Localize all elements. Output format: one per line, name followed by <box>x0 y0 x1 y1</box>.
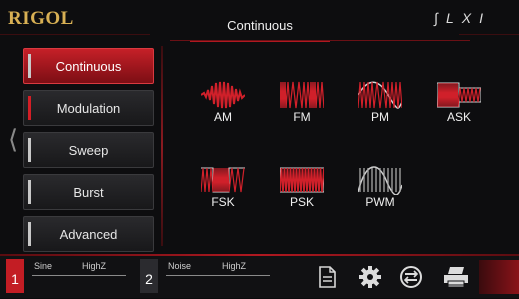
pm-wave-icon <box>358 81 402 109</box>
header-divider-right <box>459 34 519 35</box>
channel-1-wave: Sine <box>34 261 53 271</box>
ask-label: ASK <box>446 110 471 124</box>
channel-2-load: HighZ <box>222 261 247 271</box>
channel-2-underline <box>166 275 270 276</box>
file-icon[interactable] <box>314 264 340 290</box>
menu-item-sweep[interactable]: Sweep <box>23 132 154 168</box>
panel-divider <box>161 46 163 246</box>
menu-item-modulation[interactable]: Modulation <box>23 90 154 126</box>
am-wave-icon <box>201 81 245 109</box>
menu-item-label: Sweep <box>68 142 109 158</box>
mode-menu: Continuous Modulation Sweep Burst Advanc… <box>23 48 154 258</box>
channel-2-wave: Noise <box>168 261 192 271</box>
ask-wave-icon <box>437 82 481 108</box>
fm-wave-icon <box>280 81 324 109</box>
menu-item-marker <box>28 54 31 78</box>
channel-1-load: HighZ <box>82 261 107 271</box>
channel-1-underline <box>32 275 126 276</box>
am-label: AM <box>214 110 232 124</box>
menu-item-label: Advanced <box>59 226 118 242</box>
pm-label: PM <box>371 110 389 124</box>
pwm-option[interactable]: PWM <box>350 165 410 209</box>
fm-option[interactable]: FM <box>272 80 332 124</box>
status-icons: ∫LXI <box>434 10 491 26</box>
psk-label: PSK <box>289 195 314 209</box>
menu-item-marker <box>28 96 31 120</box>
header-divider <box>0 34 150 35</box>
fm-label: FM <box>293 110 311 124</box>
menu-item-label: Modulation <box>56 100 121 116</box>
menu-item-marker <box>28 180 31 204</box>
channel-2-number: 2 <box>140 259 158 293</box>
pwm-wave-icon <box>358 166 402 195</box>
menu-item-marker <box>28 222 31 246</box>
signal-icon: ∫ <box>434 10 446 26</box>
menu-item-advanced[interactable]: Advanced <box>23 216 154 252</box>
am-option[interactable]: AM <box>193 80 253 124</box>
footer-accent <box>479 260 519 294</box>
fsk-option[interactable]: FSK <box>193 165 253 209</box>
title-underline <box>170 40 470 41</box>
printer-icon[interactable] <box>442 264 468 290</box>
page-title: Continuous <box>190 14 330 42</box>
pwm-label: PWM <box>365 195 395 209</box>
network-icon[interactable] <box>398 264 424 290</box>
channel-2-status[interactable]: 2 Noise HighZ <box>140 259 270 293</box>
brand-logo: RIGOL <box>8 8 74 29</box>
channel-1-number: 1 <box>6 259 24 293</box>
ask-option[interactable]: ASK <box>429 80 489 124</box>
menu-item-marker <box>28 138 31 162</box>
fsk-wave-icon <box>201 167 245 193</box>
menu-item-label: Continuous <box>55 58 122 74</box>
fsk-label: FSK <box>211 195 235 209</box>
chevron-left-icon[interactable]: ⟨ <box>8 125 18 155</box>
channel-1-status[interactable]: 1 Sine HighZ <box>6 259 126 293</box>
pm-option[interactable]: PM <box>350 80 410 124</box>
lxi-icon: LXI <box>445 10 491 26</box>
screen: RIGOL Continuous ∫LXI ⟨ Continuous Modul… <box>0 0 519 298</box>
menu-item-burst[interactable]: Burst <box>23 174 154 210</box>
gear-icon[interactable] <box>357 264 383 290</box>
menu-item-label: Burst <box>73 184 104 200</box>
psk-wave-icon <box>280 167 324 193</box>
menu-item-continuous[interactable]: Continuous <box>23 48 154 84</box>
psk-option[interactable]: PSK <box>272 165 332 209</box>
